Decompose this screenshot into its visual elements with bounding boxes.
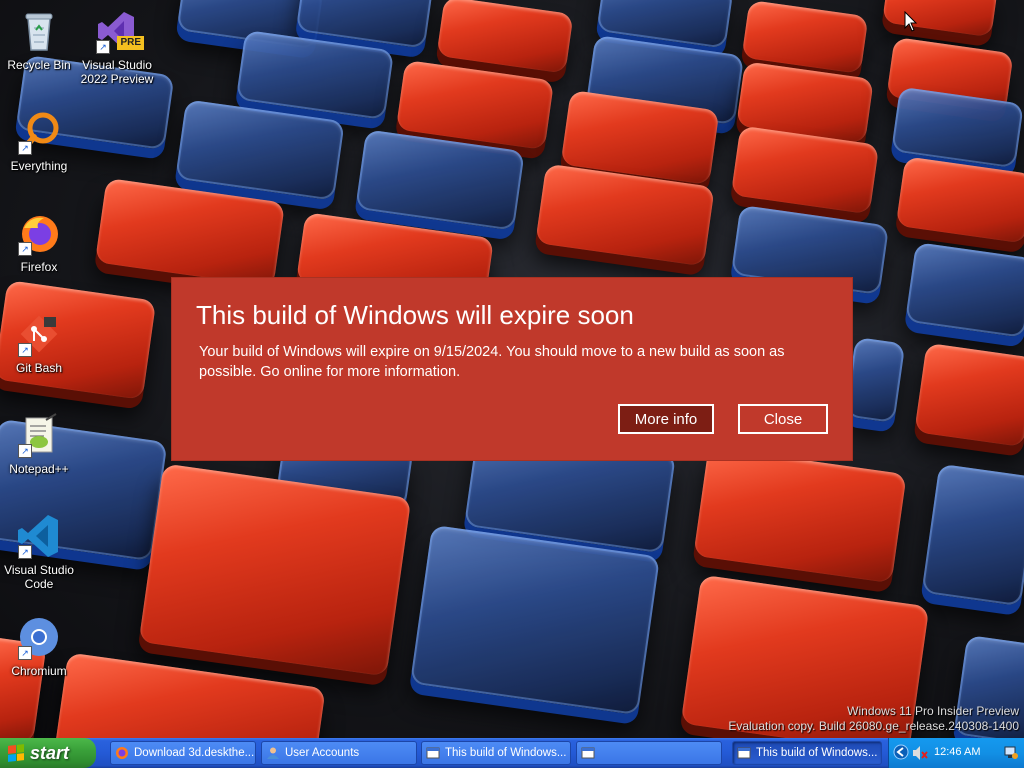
taskbar-item-user-accounts[interactable]: User Accounts [261,741,417,765]
desktop-icon-git-bash[interactable]: ↗ Git Bash [1,311,77,375]
more-info-button[interactable]: More info [618,404,714,434]
wallpaper-tile [693,446,907,584]
taskbar: start Download 3d.deskthe... User Accoun… [0,738,1024,768]
wallpaper-tile [895,156,1024,244]
shortcut-arrow-icon: ↗ [18,646,32,660]
desktop-icon-recycle-bin[interactable]: Recycle Bin [1,8,77,72]
taskbar-item-label: Download 3d.deskthe... [134,747,255,759]
shortcut-arrow-icon: ↗ [18,545,32,559]
build-watermark: Windows 11 Pro Insider Preview Evaluatio… [728,704,1019,734]
taskbar-item-expire-dialog-active[interactable]: This build of Windows... [732,741,882,765]
wallpaper-tile [914,342,1024,448]
shortcut-arrow-icon: ↗ [18,242,32,256]
taskbar-item-label: This build of Windows... [756,747,878,759]
recycle-bin-icon [16,8,62,54]
wallpaper-tile [235,29,395,121]
desktop-icon-everything[interactable]: ↗ Everything [1,109,77,173]
wallpaper-tile [175,99,345,201]
desktop-icon-chromium[interactable]: ↗ Chromium [1,614,77,678]
preview-badge: PRE [117,36,144,50]
wallpaper-tile [409,524,661,716]
system-tray: 12:46 AM [888,738,1024,768]
visual-studio-preview-icon: PRE ↗ [94,8,144,54]
start-label: start [30,742,70,763]
shortcut-arrow-icon: ↗ [18,141,32,155]
dialog-message: Your build of Windows will expire on 9/1… [199,344,785,380]
wallpaper-tile [94,177,286,288]
start-button[interactable]: start [0,738,96,768]
wallpaper-tile [138,463,412,677]
vscode-icon: ↗ [16,513,62,559]
back-arrow-icon[interactable] [893,744,909,763]
dialog-title: This build of Windows will expire soon [196,300,634,330]
windows-logo-icon [8,744,24,762]
desktop-icon-visual-studio-preview[interactable]: PRE ↗ Visual Studio 2022 Preview [79,8,155,86]
watermark-edition: Windows 11 Pro Insider Preview [847,704,1019,718]
window-icon [426,747,440,759]
wallpaper-tile [436,0,574,74]
watermark-build: Evaluation copy. Build 26080.ge_release.… [728,719,1019,733]
desktop-icon-label: Notepad++ [9,462,69,476]
expiration-dialog: This build of Windows will expire soon Y… [172,278,852,460]
taskbar-item-expire-dialog[interactable]: This build of Windows... [421,741,571,765]
shortcut-arrow-icon: ↗ [96,40,110,54]
wallpaper-tile [355,129,525,231]
network-icon[interactable] [1003,744,1019,763]
user-accounts-icon [267,747,279,759]
firefox-icon: ↗ [16,210,62,256]
desktop-icon-label: Chromium [11,664,67,678]
desktop-icon-label: Everything [10,159,68,173]
git-bash-icon: ↗ [16,311,62,357]
taskbar-item-label: User Accounts [285,747,360,759]
desktop-icon-label: Recycle Bin [7,58,71,72]
notepad-plus-plus-icon: ↗ [16,412,62,458]
desktop-icon-label: Git Bash [15,361,63,375]
volume-muted-icon[interactable] [911,744,929,765]
wallpaper-tile [905,242,1024,338]
window-icon [737,747,751,759]
mouse-cursor-icon [904,11,918,32]
desktop-icon-label: Visual Studio Code [4,563,74,591]
firefox-icon [116,747,128,759]
close-button[interactable]: Close [738,404,828,434]
desktop-icon-firefox[interactable]: ↗ Firefox [1,210,77,274]
wallpaper-tile [921,463,1024,607]
taskbar-item-label: This build of Windows... [445,747,567,759]
window-icon [581,747,595,759]
taskbar-item-download[interactable]: Download 3d.deskthe... [110,741,256,765]
shortcut-arrow-icon: ↗ [18,444,32,458]
shortcut-arrow-icon: ↗ [18,343,32,357]
desktop-icon-vscode[interactable]: ↗ Visual Studio Code [1,513,77,591]
wallpaper-tile [844,336,906,424]
wallpaper-tile [54,652,326,738]
desktop-icon-label: Visual Studio 2022 Preview [80,58,154,86]
taskbar-item-window[interactable] [576,741,722,765]
desktop-icon-label: Firefox [20,260,58,274]
everything-search-icon: ↗ [16,109,62,155]
chromium-icon: ↗ [16,614,62,660]
desktop-icon-notepad-plus-plus[interactable]: ↗ Notepad++ [1,412,77,476]
tray-clock[interactable]: 12:46 AM [934,746,980,758]
wallpaper-tile [882,0,998,38]
